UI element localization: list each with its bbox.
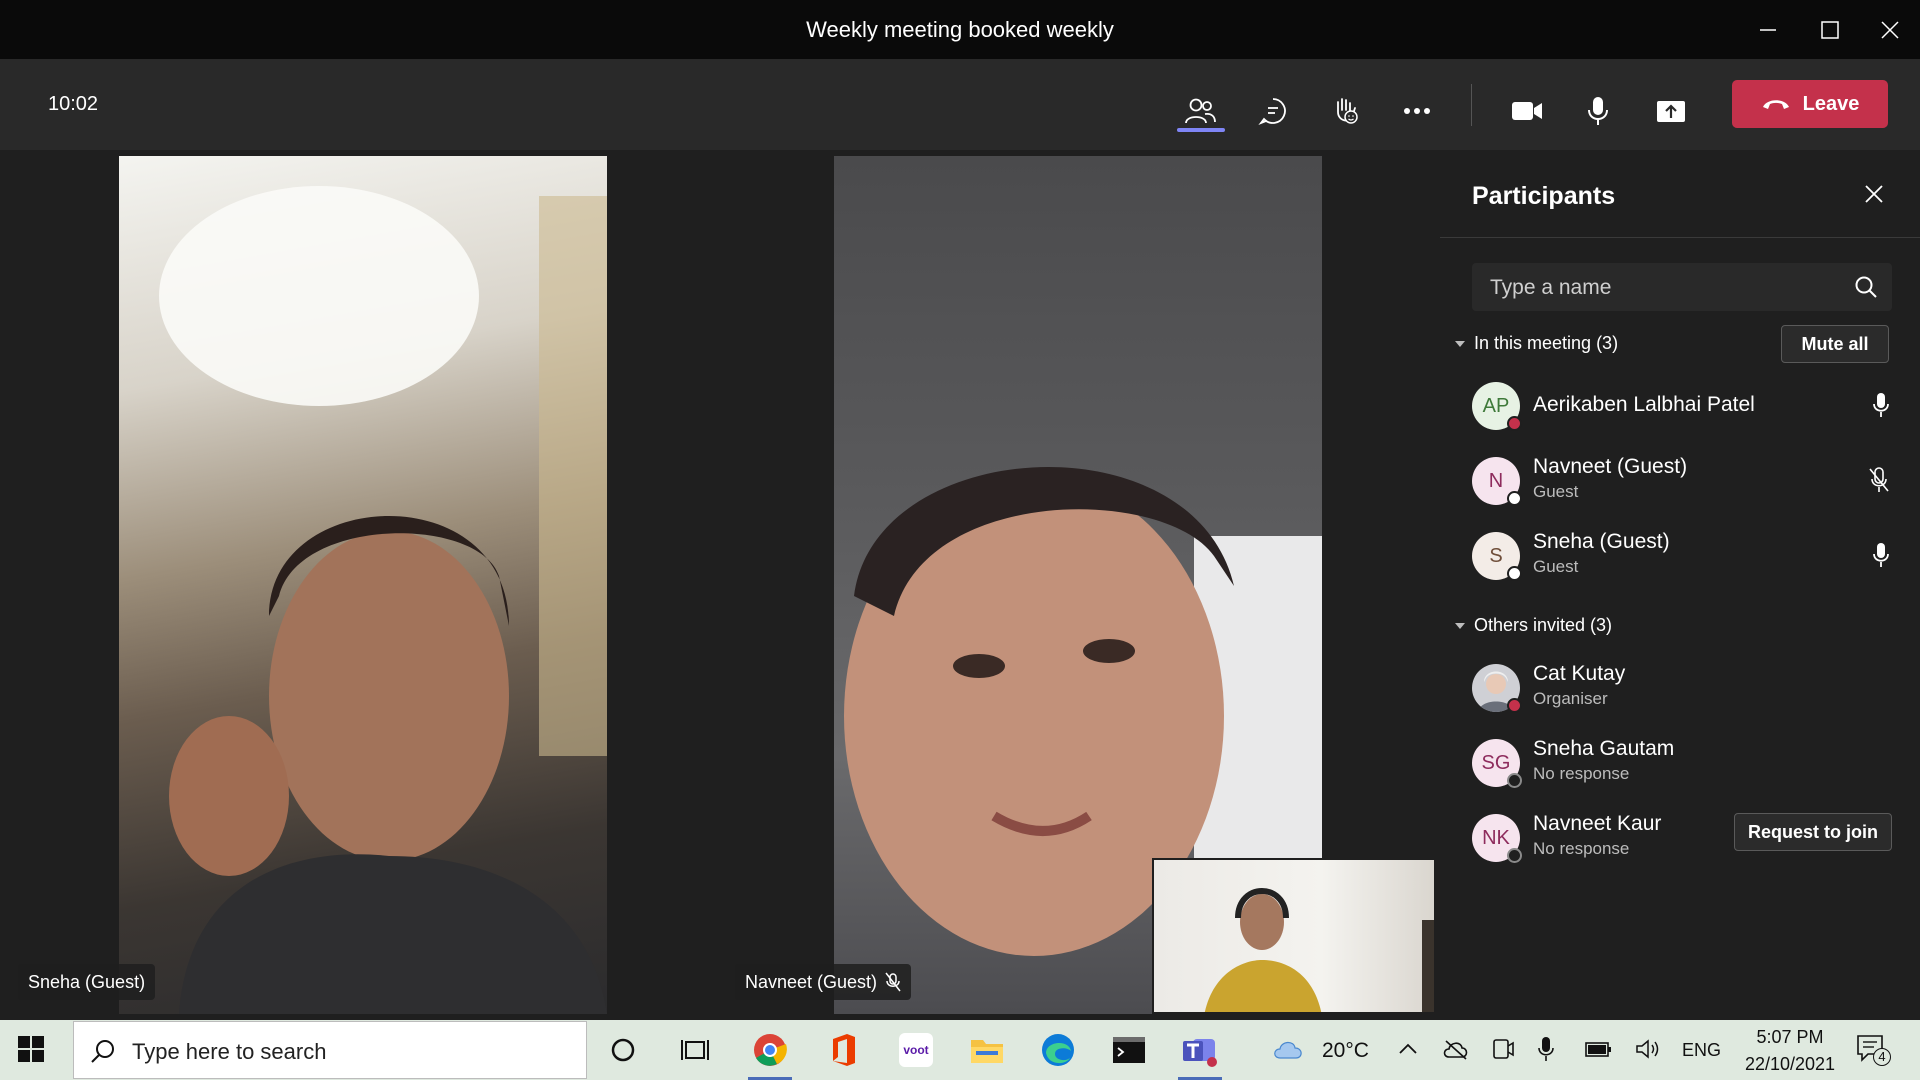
meeting-toolbar: 10:02: [0, 59, 1920, 150]
weather-icon[interactable]: [1272, 1036, 1306, 1064]
video-tile-sneha[interactable]: [119, 156, 607, 1014]
chrome-icon[interactable]: [746, 1026, 794, 1074]
video-stage: Sneha (Guest) Navneet (Guest): [4, 150, 1440, 1014]
chevron-down-icon: [1455, 622, 1465, 629]
hang-up-icon: [1762, 100, 1789, 109]
participant-row[interactable]: AP Aerikaben Lalbhai Patel: [1472, 378, 1892, 434]
close-window-button[interactable]: [1860, 0, 1920, 59]
invitee-role: Organiser: [1533, 689, 1608, 708]
leave-button[interactable]: Leave: [1732, 80, 1888, 128]
task-view-icon[interactable]: [671, 1026, 719, 1074]
taskbar-search-placeholder: Type here to search: [132, 1039, 327, 1064]
maximize-button[interactable]: [1800, 0, 1860, 59]
search-icon: [1855, 276, 1877, 298]
office-icon[interactable]: [819, 1026, 867, 1074]
invitee-row[interactable]: SG Sneha Gautam No response: [1472, 735, 1892, 791]
in-meeting-label: In this meeting (3): [1474, 333, 1619, 353]
video-name-label: Sneha (Guest): [18, 964, 156, 1000]
notification-badge: 4: [1873, 1048, 1891, 1066]
microphone-icon: [1873, 543, 1889, 567]
participant-name: Aerikaben Lalbhai Patel: [1533, 393, 1755, 416]
participant-role: Guest: [1533, 557, 1579, 576]
taskbar-date[interactable]: 22/10/2021: [1734, 1054, 1846, 1075]
taskbar: Type here to search voot 20°C ENG 5:07 P…: [0, 1020, 1920, 1080]
svg-text:voot: voot: [903, 1043, 928, 1057]
camera-icon[interactable]: [1497, 81, 1557, 141]
voot-icon[interactable]: voot: [892, 1026, 940, 1074]
video-name-sneha: Sneha (Guest): [28, 971, 146, 992]
title-bar: Weekly meeting booked weekly: [0, 0, 1920, 59]
in-meeting-section-toggle[interactable]: In this meeting (3): [1454, 333, 1618, 354]
meet-now-icon[interactable]: [1492, 1037, 1514, 1066]
busy-status-icon: [1507, 416, 1522, 431]
invitee-status: No response: [1533, 764, 1630, 783]
microphone-tray-icon[interactable]: [1538, 1036, 1554, 1067]
share-screen-icon[interactable]: [1641, 81, 1701, 141]
volume-icon[interactable]: [1635, 1038, 1661, 1065]
invitee-row[interactable]: NK Navneet Kaur No response Request to j…: [1472, 810, 1892, 866]
mic-off-icon: [885, 972, 901, 992]
taskbar-time[interactable]: 5:07 PM: [1742, 1027, 1838, 1048]
microphone-icon: [1873, 393, 1889, 417]
guest-status-icon: [1507, 491, 1522, 506]
panel-title: Participants: [1472, 182, 1616, 210]
cloud-sync-icon[interactable]: [1443, 1038, 1469, 1065]
invitee-name: Sneha Gautam: [1533, 737, 1675, 760]
request-to-join-button[interactable]: Request to join: [1734, 813, 1892, 851]
windows-start-icon[interactable]: [18, 1036, 46, 1064]
invitee-name: Cat Kutay: [1533, 662, 1626, 685]
invitee-status: No response: [1533, 839, 1630, 858]
video-name-navneet: Navneet (Guest): [745, 971, 878, 992]
close-panel-icon[interactable]: [1863, 183, 1887, 207]
mute-all-button[interactable]: Mute all: [1781, 325, 1889, 363]
microphone-icon[interactable]: [1568, 81, 1628, 141]
participant-name: Sneha (Guest): [1533, 530, 1670, 553]
chevron-down-icon: [1455, 340, 1465, 347]
edge-icon[interactable]: [1034, 1026, 1082, 1074]
invitee-name: Navneet Kaur: [1533, 812, 1662, 835]
weather-temperature[interactable]: 20°C: [1322, 1039, 1369, 1063]
search-icon: [91, 1040, 114, 1063]
participant-name: Navneet (Guest): [1533, 455, 1688, 478]
cortana-icon[interactable]: [599, 1026, 647, 1074]
meeting-title: Weekly meeting booked weekly: [806, 17, 1114, 42]
leave-label: Leave: [1802, 92, 1860, 115]
participant-role: Guest: [1533, 482, 1579, 501]
busy-status-icon: [1507, 698, 1522, 713]
terminal-icon[interactable]: [1105, 1026, 1153, 1074]
guest-status-icon: [1507, 566, 1522, 581]
raise-hand-icon[interactable]: [1315, 81, 1375, 141]
more-options-icon[interactable]: [1387, 81, 1447, 141]
minimize-button[interactable]: [1738, 0, 1798, 59]
people-tab-indicator: [1177, 128, 1225, 132]
offline-status-icon: [1507, 773, 1522, 788]
others-invited-label: Others invited (3): [1474, 615, 1613, 635]
others-invited-section-toggle[interactable]: Others invited (3): [1454, 615, 1612, 636]
participants-panel: Participants Type a name In this meeting…: [1440, 150, 1920, 1020]
chevron-up-icon[interactable]: [1397, 1038, 1419, 1065]
meeting-timer: 10:02: [48, 93, 99, 115]
video-name-label: Navneet (Guest): [735, 964, 912, 1000]
toolbar-divider: [1471, 84, 1472, 126]
teams-icon[interactable]: [1176, 1026, 1224, 1074]
participant-search-input[interactable]: Type a name: [1472, 263, 1892, 311]
notification-center-icon[interactable]: 4: [1856, 1034, 1891, 1066]
invitee-row[interactable]: Cat Kutay Organiser: [1472, 660, 1892, 716]
panel-divider: [1440, 237, 1920, 238]
battery-icon[interactable]: [1585, 1040, 1613, 1063]
offline-status-icon: [1507, 848, 1522, 863]
chat-icon[interactable]: [1243, 81, 1303, 141]
file-explorer-icon[interactable]: [963, 1026, 1011, 1074]
input-language[interactable]: ENG: [1682, 1040, 1721, 1061]
self-view-tile[interactable]: [1152, 858, 1436, 1014]
search-placeholder: Type a name: [1490, 276, 1612, 299]
mic-off-icon: [1869, 467, 1889, 492]
taskbar-search-input[interactable]: Type here to search: [73, 1021, 587, 1079]
participant-row[interactable]: S Sneha (Guest) Guest: [1472, 528, 1892, 584]
participant-row[interactable]: N Navneet (Guest) Guest: [1472, 453, 1892, 509]
people-icon[interactable]: [1170, 81, 1230, 141]
